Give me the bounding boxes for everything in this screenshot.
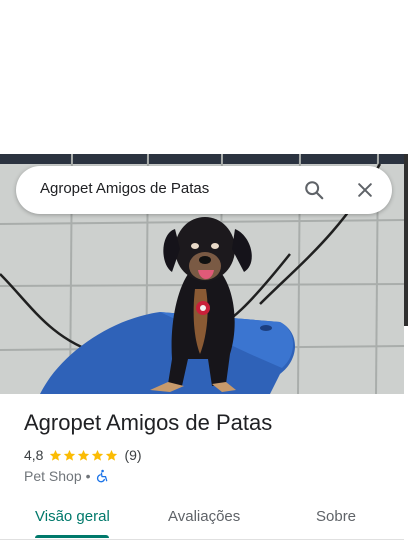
review-count[interactable]: (9) — [124, 447, 141, 463]
search-icon — [305, 181, 324, 200]
top-blank-area — [0, 0, 408, 154]
star-icon — [78, 449, 90, 461]
category-row: Pet Shop • — [24, 467, 109, 485]
place-title: Agropet Amigos de Patas — [24, 410, 273, 435]
star-icon — [50, 449, 62, 461]
tab-about[interactable]: Sobre — [316, 496, 356, 536]
search-button[interactable] — [300, 176, 328, 204]
star-icon — [106, 449, 118, 461]
place-tabs: Visão geral Avaliações Sobre — [0, 496, 404, 538]
search-bar[interactable]: Agropet Amigos de Patas — [16, 166, 392, 214]
close-icon — [358, 183, 372, 197]
tab-overview[interactable]: Visão geral — [35, 496, 110, 536]
rating-row[interactable]: 4,8 (9) — [24, 446, 142, 464]
tab-reviews[interactable]: Avaliações — [168, 496, 240, 536]
wheelchair-icon — [96, 469, 107, 483]
star-icon — [92, 449, 104, 461]
search-input[interactable]: Agropet Amigos de Patas — [40, 180, 209, 197]
star-rating — [49, 449, 119, 462]
scrollbar[interactable] — [404, 154, 408, 326]
category-label: Pet Shop — [24, 468, 82, 484]
close-button[interactable] — [351, 176, 379, 204]
tabs-divider — [0, 539, 404, 540]
separator-dot: • — [85, 468, 91, 484]
rating-value: 4,8 — [24, 447, 44, 463]
active-tab-indicator — [35, 535, 109, 538]
star-icon — [64, 449, 76, 461]
